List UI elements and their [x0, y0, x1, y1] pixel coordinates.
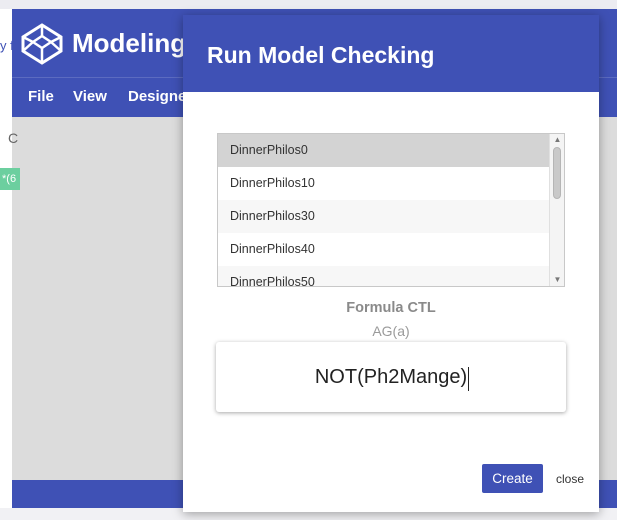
close-button[interactable]: close [556, 472, 584, 486]
app-title: Modeling [72, 28, 187, 58]
menu-file[interactable]: File [28, 88, 54, 105]
model-list[interactable]: DinnerPhilos0 DinnerPhilos10 DinnerPhilo… [217, 133, 565, 287]
menu-designer[interactable]: Designe [128, 88, 186, 105]
list-item[interactable]: DinnerPhilos0 [218, 134, 550, 167]
create-button[interactable]: Create [482, 464, 543, 493]
scroll-thumb[interactable] [553, 147, 561, 199]
formula-input[interactable] [216, 342, 566, 412]
formula-example: AG(a) [372, 323, 410, 339]
dialog-header: Run Model Checking [183, 15, 599, 92]
run-model-checking-dialog: Run Model Checking DinnerPhilos0 DinnerP… [183, 15, 599, 512]
list-item[interactable]: DinnerPhilos10 [218, 167, 550, 200]
codepen-cube-icon[interactable] [20, 22, 64, 66]
list-item[interactable]: DinnerPhilos30 [218, 200, 550, 233]
text-caret [468, 367, 469, 391]
left-c-text: C [8, 130, 19, 146]
formula-chip[interactable]: *(6 [0, 168, 20, 190]
left-sliver [0, 9, 12, 520]
list-item[interactable]: DinnerPhilos40 [218, 233, 550, 266]
scroll-up-icon[interactable]: ▲ [550, 134, 564, 146]
list-item[interactable]: DinnerPhilos50 [218, 266, 550, 286]
top-strip [0, 0, 617, 9]
menu-view[interactable]: View [73, 88, 107, 105]
formula-label: Formula CTL [346, 300, 436, 316]
dialog-title: Run Model Checking [207, 42, 435, 68]
scroll-down-icon[interactable]: ▼ [550, 274, 564, 286]
list-scrollbar[interactable]: ▲ ▼ [549, 134, 564, 286]
